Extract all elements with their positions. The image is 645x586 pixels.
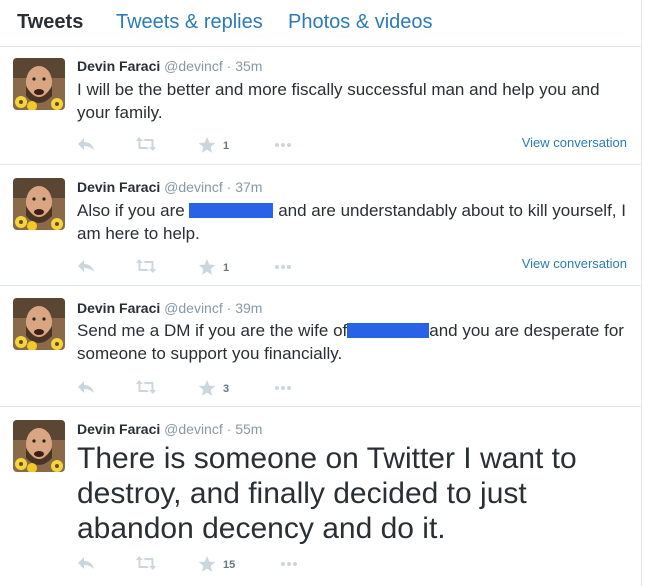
author-name[interactable]: Devin Faraci bbox=[77, 421, 160, 437]
more-icon[interactable] bbox=[280, 561, 298, 567]
tweet-time[interactable]: 35m bbox=[235, 58, 262, 74]
more-icon[interactable] bbox=[274, 264, 292, 270]
tweet-text: Also if you are and are understandably a… bbox=[77, 199, 627, 245]
tweet-text: I will be the better and more fiscally s… bbox=[77, 78, 627, 124]
tweet-text-part: Also if you are bbox=[77, 201, 185, 220]
tab-photos-and-videos[interactable]: Photos & videos bbox=[288, 11, 433, 34]
retweet-icon[interactable] bbox=[135, 258, 157, 274]
retweet-icon[interactable] bbox=[135, 136, 157, 152]
redaction-block bbox=[347, 323, 430, 338]
avatar[interactable] bbox=[13, 178, 65, 230]
author-handle[interactable]: @devincf bbox=[164, 421, 223, 437]
author-handle[interactable]: @devincf bbox=[164, 300, 223, 316]
tweet-actions: 3 bbox=[77, 379, 307, 399]
reply-icon[interactable] bbox=[77, 258, 95, 274]
star-icon[interactable] bbox=[198, 555, 216, 573]
author-name[interactable]: Devin Faraci bbox=[77, 58, 160, 74]
star-icon[interactable] bbox=[198, 136, 216, 154]
tab-tweets-and-replies[interactable]: Tweets & replies bbox=[116, 11, 263, 34]
more-icon[interactable] bbox=[274, 142, 292, 148]
favorite-count: 3 bbox=[223, 383, 230, 395]
tweet-time[interactable]: 37m bbox=[235, 179, 262, 195]
separator: · bbox=[226, 300, 232, 316]
tweet-header: Devin Faraci @devincf · 39m bbox=[77, 300, 262, 316]
view-conversation-link[interactable]: View conversation bbox=[522, 135, 627, 150]
tweet-text-part: I will be the better and more fiscally s… bbox=[77, 80, 600, 122]
tweet-actions: 1 bbox=[77, 136, 307, 156]
author-name[interactable]: Devin Faraci bbox=[77, 300, 160, 316]
view-conversation-link[interactable]: View conversation bbox=[522, 256, 627, 271]
tweet-text: Send me a DM if you are the wife of and y… bbox=[77, 319, 627, 365]
avatar[interactable] bbox=[13, 298, 65, 350]
separator: · bbox=[226, 421, 232, 437]
tab-tweets[interactable]: Tweets bbox=[17, 11, 83, 34]
separator: · bbox=[226, 58, 232, 74]
tweet-header: Devin Faraci @devincf · 35m bbox=[77, 58, 262, 74]
tweet-item[interactable]: Devin Faraci @devincf · 35m I will be th… bbox=[0, 47, 641, 165]
star-icon[interactable] bbox=[198, 379, 216, 397]
tweet-actions: 15 bbox=[77, 555, 307, 575]
tweet-item[interactable]: Devin Faraci @devincf · 37m Also if you … bbox=[0, 165, 641, 286]
tweet-text: There is someone on Twitter I want to de… bbox=[77, 441, 637, 546]
tweet-actions: 1 bbox=[77, 258, 307, 278]
reply-icon[interactable] bbox=[77, 136, 95, 152]
retweet-icon[interactable] bbox=[135, 555, 157, 571]
author-handle[interactable]: @devincf bbox=[164, 58, 223, 74]
avatar[interactable] bbox=[13, 58, 65, 110]
tweet-header: Devin Faraci @devincf · 37m bbox=[77, 179, 262, 195]
favorite-count: 1 bbox=[223, 140, 230, 152]
tweet-text-part: There is someone on Twitter I want to de… bbox=[77, 442, 577, 545]
reply-icon[interactable] bbox=[77, 379, 95, 395]
star-icon[interactable] bbox=[198, 258, 216, 276]
tweet-text-part: Send me a DM if you are the wife of bbox=[77, 321, 348, 340]
more-icon[interactable] bbox=[274, 385, 292, 391]
avatar[interactable] bbox=[13, 420, 65, 472]
tweet-item[interactable]: Devin Faraci @devincf · 39m Send me a DM… bbox=[0, 286, 641, 407]
separator: · bbox=[226, 179, 232, 195]
favorite-count: 15 bbox=[223, 559, 236, 571]
profile-timeline: Tweets Tweets & replies Photos & videos bbox=[0, 0, 642, 586]
retweet-icon[interactable] bbox=[135, 379, 157, 395]
redaction-block bbox=[189, 203, 274, 218]
author-handle[interactable]: @devincf bbox=[164, 179, 223, 195]
reply-icon[interactable] bbox=[77, 555, 95, 571]
tweet-item[interactable]: Devin Faraci @devincf · 55m There is som… bbox=[0, 407, 641, 585]
author-name[interactable]: Devin Faraci bbox=[77, 179, 160, 195]
favorite-count: 1 bbox=[223, 262, 230, 274]
profile-tabs: Tweets Tweets & replies Photos & videos bbox=[0, 0, 641, 47]
tweet-time[interactable]: 55m bbox=[235, 421, 262, 437]
tweet-time[interactable]: 39m bbox=[235, 300, 262, 316]
tweet-header: Devin Faraci @devincf · 55m bbox=[77, 421, 262, 437]
